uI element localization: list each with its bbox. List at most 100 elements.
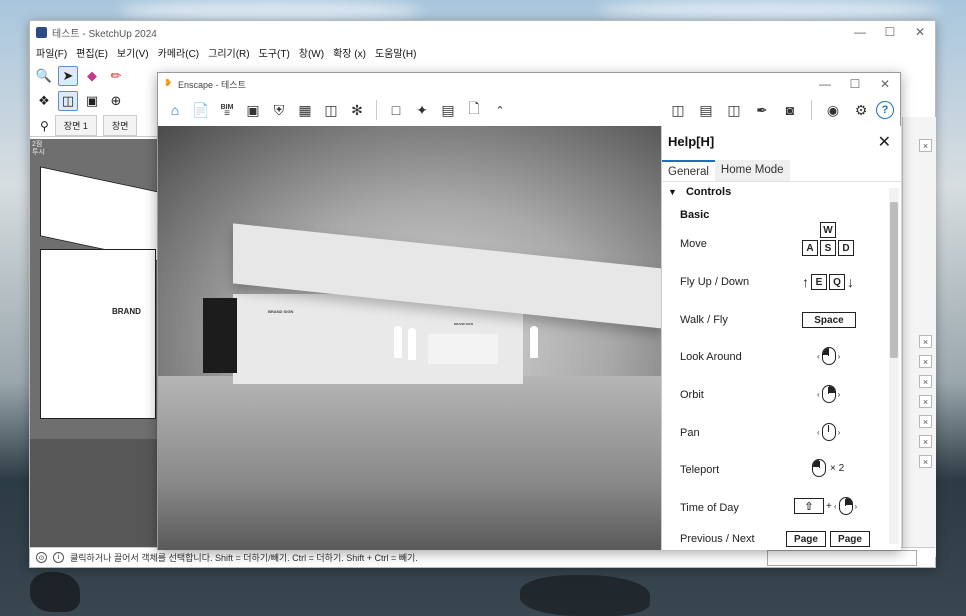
menu-extensions[interactable]: 확장 (x) bbox=[333, 45, 366, 60]
tray-close-icon[interactable]: × bbox=[919, 335, 932, 348]
material-icon[interactable]: ✻ bbox=[344, 97, 370, 123]
tray-close-icon[interactable]: × bbox=[919, 395, 932, 408]
menu-help[interactable]: 도움말(H) bbox=[375, 45, 416, 60]
screenshot-icon[interactable]: □ bbox=[383, 97, 409, 123]
tab-home-mode[interactable]: Home Mode bbox=[714, 160, 790, 181]
measurements-input[interactable] bbox=[767, 550, 917, 566]
home-icon[interactable]: ⌂ bbox=[162, 97, 188, 123]
menu-tools[interactable]: 도구(T) bbox=[259, 45, 290, 60]
search-icon[interactable]: ⚲ bbox=[40, 119, 49, 133]
close-button[interactable]: ✕ bbox=[905, 21, 935, 43]
window-title: Enscape - 테스트 bbox=[178, 79, 246, 90]
gallery-icon[interactable]: ▤ bbox=[693, 97, 719, 123]
minimize-button[interactable]: — bbox=[810, 73, 840, 95]
help-row-label: Pan bbox=[680, 427, 700, 439]
double-click-label: × 2 bbox=[830, 462, 845, 474]
tab-scene-2[interactable]: 장면 bbox=[102, 115, 138, 136]
export-icon[interactable]: 🗋 bbox=[461, 97, 487, 123]
menu-camera[interactable]: 카메라(C) bbox=[158, 45, 199, 60]
search-icon[interactable]: 🔍 bbox=[34, 66, 54, 86]
page-keys: Page Page bbox=[786, 531, 870, 547]
menu-window[interactable]: 창(W) bbox=[299, 45, 324, 60]
select-tool-icon[interactable]: ➤ bbox=[58, 66, 78, 86]
help-row-teleport: Teleport bbox=[680, 460, 885, 480]
sketchup-logo-icon bbox=[36, 26, 47, 38]
tray-close-icon[interactable]: × bbox=[919, 355, 932, 368]
tray-close-icon[interactable]: × bbox=[919, 415, 932, 428]
render-brand-sign: BRAND SIGN bbox=[268, 309, 294, 314]
render-dark-column bbox=[203, 298, 237, 373]
close-button[interactable]: ✕ bbox=[870, 73, 900, 95]
help-row-label: Walk / Fly bbox=[680, 314, 728, 326]
menu-file[interactable]: 파일(F) bbox=[36, 45, 67, 60]
menu-bar: 파일(F) 편집(E) 보기(V) 카메라(C) 그리기(R) 도구(T) 창(… bbox=[30, 43, 935, 61]
brand-sign-text: BRAND bbox=[112, 307, 141, 316]
chevron-up-icon[interactable]: ⌃ bbox=[487, 97, 513, 123]
tab-scene-1[interactable]: 장면 1 bbox=[54, 115, 97, 136]
component-icon[interactable]: ❖ bbox=[34, 91, 54, 111]
monitor-icon[interactable]: ▣ bbox=[240, 97, 266, 123]
shield-icon[interactable]: ⛨ bbox=[266, 97, 292, 123]
key-space: Space bbox=[802, 312, 856, 328]
perspective-label: 2점 투시 bbox=[32, 141, 45, 156]
controls-section-header[interactable]: ▼ Controls bbox=[668, 186, 731, 198]
desktop-rock bbox=[520, 575, 650, 616]
time-keys: ⇧ + ‹ › bbox=[794, 497, 857, 515]
vr-headset-icon[interactable]: ◙ bbox=[777, 97, 803, 123]
scene-icon[interactable]: ◫ bbox=[58, 91, 78, 111]
asset-library-icon[interactable]: ◫ bbox=[318, 97, 344, 123]
document-icon[interactable]: 📄 bbox=[188, 97, 214, 123]
model-ceiling bbox=[40, 166, 158, 262]
toolbar-separator bbox=[376, 100, 377, 120]
help-panel: Help[H] ✕ General Home Mode ▼ Controls B… bbox=[661, 126, 901, 550]
eye-icon[interactable]: ◉ bbox=[820, 97, 846, 123]
render-brand-sign: BRAND SIGN bbox=[454, 322, 474, 326]
tray-panel: × × × × × × × × bbox=[902, 117, 936, 557]
help-icon[interactable]: ? bbox=[876, 101, 894, 119]
cube-icon[interactable]: ◫ bbox=[721, 97, 747, 123]
secondary-toolbar: ❖ ◫ ▣ ⊕ bbox=[34, 89, 164, 113]
magic-wand-icon[interactable]: ✦ bbox=[409, 97, 435, 123]
add-icon[interactable]: ⊕ bbox=[106, 91, 126, 111]
help-scrollbar[interactable] bbox=[889, 188, 899, 544]
toolbar-separator bbox=[811, 100, 812, 120]
scene-tabs: ⚲ 장면 1 장면 bbox=[30, 115, 160, 137]
eraser-icon[interactable]: ◆ bbox=[82, 66, 102, 86]
enscape-logo-icon: ❥ bbox=[164, 78, 173, 89]
scrollbar-thumb[interactable] bbox=[890, 202, 898, 358]
info-icon[interactable]: i bbox=[53, 552, 64, 563]
help-row-label: Look Around bbox=[680, 351, 742, 363]
help-row-label: Move bbox=[680, 238, 707, 250]
close-icon[interactable]: ✕ bbox=[878, 132, 891, 152]
maximize-button[interactable]: ☐ bbox=[840, 73, 870, 95]
tray-close-icon[interactable]: × bbox=[919, 435, 932, 448]
enscape-window: ❥ Enscape - 테스트 — ☐ ✕ ⌂ 📄 BIM ≡ ▣ ⛨ ▦ ◫ ✻… bbox=[157, 72, 901, 550]
minimize-button[interactable]: — bbox=[845, 21, 875, 43]
key-w: W bbox=[820, 222, 836, 238]
tray-close-icon[interactable]: × bbox=[919, 139, 932, 152]
camera-icon[interactable]: ▣ bbox=[82, 91, 102, 111]
menu-view[interactable]: 보기(V) bbox=[117, 45, 149, 60]
help-row-pan: Pan bbox=[680, 423, 885, 443]
tray-close-icon[interactable]: × bbox=[919, 455, 932, 468]
tray-close-icon[interactable]: × bbox=[919, 375, 932, 388]
maximize-button[interactable]: ☐ bbox=[875, 21, 905, 43]
image-icon[interactable]: ▤ bbox=[435, 97, 461, 123]
building-icon[interactable]: ▦ bbox=[292, 97, 318, 123]
pencil-icon[interactable]: ✏ bbox=[106, 66, 126, 86]
enscape-toolbar: ⌂ 📄 BIM ≡ ▣ ⛨ ▦ ◫ ✻ □ ✦ ▤ 🗋 ⌃ ◫ ▤ ◫ ✒ ◙ ◉… bbox=[158, 95, 900, 125]
settings-icon[interactable]: ⚙ bbox=[848, 97, 874, 123]
view-sync-icon[interactable]: ◫ bbox=[665, 97, 691, 123]
sketchup-viewport[interactable]: BRAND 2점 투시 bbox=[30, 139, 158, 549]
tab-general[interactable]: General bbox=[662, 160, 715, 181]
menu-draw[interactable]: 그리기(R) bbox=[208, 45, 249, 60]
bim-icon[interactable]: BIM ≡ bbox=[214, 97, 240, 123]
shift-key-icon: ⇧ bbox=[794, 498, 824, 514]
render-viewport[interactable]: BRAND SIGN BRAND SIGN bbox=[158, 126, 661, 550]
desktop-cloud bbox=[600, 0, 940, 20]
sketch-icon[interactable]: ✒ bbox=[749, 97, 775, 123]
geo-location-icon[interactable]: ⊙ bbox=[36, 552, 47, 563]
menu-edit[interactable]: 편집(E) bbox=[76, 45, 108, 60]
key-page-down: Page bbox=[830, 531, 870, 547]
status-text: 클릭하거나 끌어서 객체를 선택합니다. Shift = 더하기/빼기. Ctr… bbox=[70, 553, 418, 563]
